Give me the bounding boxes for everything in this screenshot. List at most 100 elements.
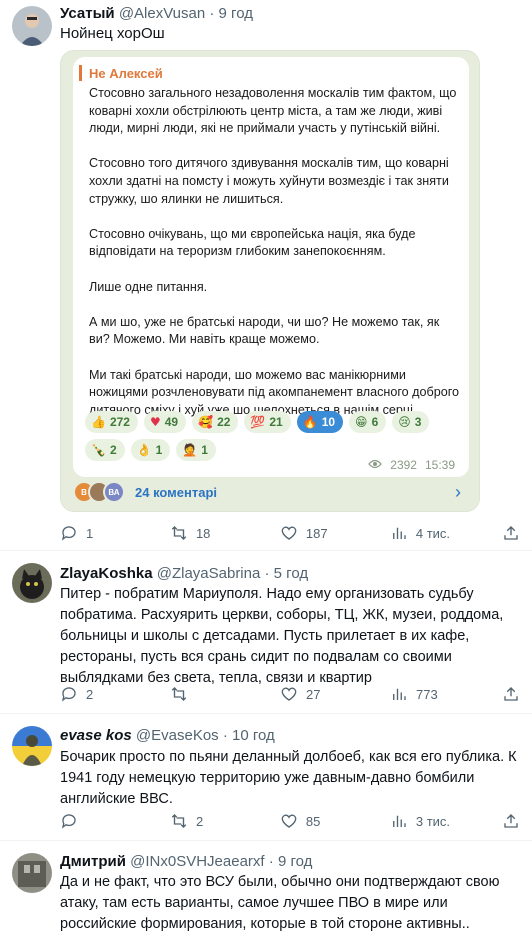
avatar[interactable] bbox=[12, 726, 52, 766]
avatar[interactable] bbox=[12, 563, 52, 603]
sender-name: Не Алексей bbox=[89, 66, 163, 81]
message-bubble: Не Алексей Стосовно загального незадовол… bbox=[73, 57, 469, 477]
heart-icon bbox=[281, 814, 297, 828]
like-count: 85 bbox=[305, 813, 321, 829]
tweet-time[interactable]: 5 год bbox=[274, 565, 308, 582]
retweet-button[interactable]: 2 bbox=[170, 812, 230, 830]
like-button[interactable]: 85 bbox=[280, 812, 340, 830]
reply-icon bbox=[61, 687, 76, 702]
share-icon bbox=[504, 814, 518, 828]
hundred-icon: 💯 bbox=[250, 415, 266, 429]
separator: · bbox=[264, 565, 270, 582]
tweet-text: Нойнец хорОш bbox=[60, 25, 165, 42]
tweet-text: Питер - побратим Мариуполя. Надо ему орг… bbox=[60, 586, 504, 686]
reaction-count: 21 bbox=[269, 415, 283, 429]
tweet-time[interactable]: 9 год bbox=[219, 5, 253, 22]
message-paragraph: Стосовно очікувань, що ми європейська на… bbox=[89, 226, 416, 259]
views-button[interactable]: 773 bbox=[390, 685, 450, 703]
reply-button[interactable] bbox=[60, 812, 120, 830]
views-icon bbox=[393, 688, 406, 700]
heart-icon: ♥ bbox=[149, 415, 161, 429]
author-handle[interactable]: @EvaseKos bbox=[136, 727, 219, 744]
retweet-count: 2 bbox=[195, 813, 204, 829]
reply-button[interactable]: 1 bbox=[60, 524, 120, 542]
tweet[interactable]: ZlayaKoshka @ZlayaSabrina · 5 год Питер … bbox=[0, 551, 532, 711]
tweet-text: Бочарик просто по пьяни деланный долбоеб… bbox=[60, 749, 517, 807]
share-button[interactable] bbox=[500, 812, 520, 830]
reaction-count: 10 bbox=[321, 415, 336, 429]
avatar[interactable] bbox=[12, 6, 52, 46]
hearts-face-icon: 🥰 bbox=[198, 415, 214, 429]
sender-accent bbox=[79, 65, 82, 81]
reaction-count: 272 bbox=[109, 415, 130, 429]
tweet-actions: 2 85 3 тис. bbox=[60, 811, 520, 831]
champagne-icon: 🍾 bbox=[91, 443, 106, 457]
reply-count: 1 bbox=[86, 525, 94, 541]
reply-count: 2 bbox=[86, 686, 94, 702]
author-handle[interactable]: @AlexVusan bbox=[119, 5, 205, 22]
message-paragraph: Стосовно того дитячого здивування москал… bbox=[89, 156, 449, 206]
author-handle[interactable]: @INx0SVHJeaearxf bbox=[130, 853, 264, 870]
like-button[interactable]: 27 bbox=[280, 685, 340, 703]
author-name[interactable]: Усатый bbox=[60, 5, 115, 22]
retweet-button[interactable] bbox=[170, 685, 230, 703]
reaction-count: 3 bbox=[414, 415, 422, 429]
tweet[interactable]: Усатый @AlexVusan · 9 год Нойнец хорОш Н… bbox=[0, 0, 532, 548]
comments-bar: В ВА 24 коментарі › bbox=[73, 477, 469, 507]
tweet-header: Усатый @AlexVusan · 9 год bbox=[60, 4, 253, 24]
chevron-right-icon: › bbox=[455, 481, 461, 502]
reply-button[interactable]: 2 bbox=[60, 685, 120, 703]
like-count: 187 bbox=[305, 525, 328, 541]
share-icon bbox=[504, 687, 518, 701]
views-button[interactable]: 3 тис. bbox=[390, 812, 450, 830]
tweet-time[interactable]: 10 год bbox=[232, 727, 275, 744]
avatar[interactable] bbox=[12, 853, 52, 893]
reaction-count: 22 bbox=[217, 415, 231, 429]
tweet-header: evase kos @EvaseKos · 10 год bbox=[60, 726, 275, 746]
reaction-fire: 🔥 10 bbox=[296, 411, 344, 433]
author-handle[interactable]: @ZlayaSabrina bbox=[157, 565, 261, 582]
telegram-post-image[interactable]: Не Алексей Стосовно загального незадовол… bbox=[60, 50, 480, 512]
comments-label: 24 коментарі bbox=[135, 484, 218, 500]
like-button[interactable]: 187 bbox=[280, 524, 340, 542]
views-button[interactable]: 4 тис. bbox=[390, 524, 450, 542]
tweet-header: ZlayaKoshka @ZlayaSabrina · 5 год bbox=[60, 564, 308, 584]
retweet-icon bbox=[171, 687, 187, 701]
reaction-cry: 😢 3 bbox=[392, 411, 430, 433]
retweet-icon bbox=[171, 814, 187, 828]
tweet-actions: 2 27 773 bbox=[60, 684, 520, 704]
tweet-text: Да и не факт, что это ВСУ были, обычно о… bbox=[60, 874, 500, 932]
cry-icon: 😢 bbox=[398, 415, 411, 429]
share-icon bbox=[504, 526, 518, 540]
views-count: 773 bbox=[416, 686, 438, 702]
reaction-count: 49 bbox=[164, 415, 179, 429]
eye-icon bbox=[368, 458, 383, 472]
separator: · bbox=[222, 727, 228, 744]
share-button[interactable] bbox=[500, 685, 520, 703]
message-paragraph: А ми шо, уже не братські народи, чи шо? … bbox=[89, 314, 440, 347]
separator: · bbox=[268, 853, 274, 870]
tweet-time[interactable]: 9 год bbox=[278, 853, 312, 870]
grin-icon: 😁 bbox=[355, 415, 368, 429]
fire-icon: 🔥 bbox=[302, 415, 318, 429]
reaction-ok-hand: 👌 1 bbox=[130, 439, 171, 461]
heart-icon bbox=[281, 526, 297, 540]
views-icon bbox=[392, 527, 406, 539]
tweet-header: Дмитрий @INx0SVHJeaearxf · 9 год bbox=[60, 852, 312, 872]
reply-icon bbox=[61, 814, 76, 829]
share-button[interactable] bbox=[500, 524, 520, 542]
heart-icon bbox=[281, 687, 297, 701]
tweet[interactable]: Дмитрий @INx0SVHJeaearxf · 9 год Да и не… bbox=[0, 841, 532, 932]
tweet[interactable]: evase kos @EvaseKos · 10 год Бочарик про… bbox=[0, 714, 532, 839]
views-count: 4 тис. bbox=[415, 525, 451, 541]
reactions: 👍 272 ♥ 49 🥰 22 💯 21 🔥 10 😁 6 😢 3 🍾 2 👌 1 🤦 1 bbox=[85, 411, 465, 461]
reaction-count: 6 bbox=[371, 415, 379, 429]
retweet-button[interactable]: 18 bbox=[170, 524, 230, 542]
author-name[interactable]: Дмитрий bbox=[60, 853, 126, 870]
comment-avatar: ВА bbox=[103, 481, 125, 503]
reply-icon bbox=[61, 526, 76, 541]
views-count: 2392 bbox=[390, 458, 417, 472]
author-name[interactable]: evase kos bbox=[60, 727, 132, 744]
author-name[interactable]: ZlayaKoshka bbox=[60, 565, 153, 582]
message-text: Стосовно загального незадоволення москал… bbox=[89, 85, 461, 437]
